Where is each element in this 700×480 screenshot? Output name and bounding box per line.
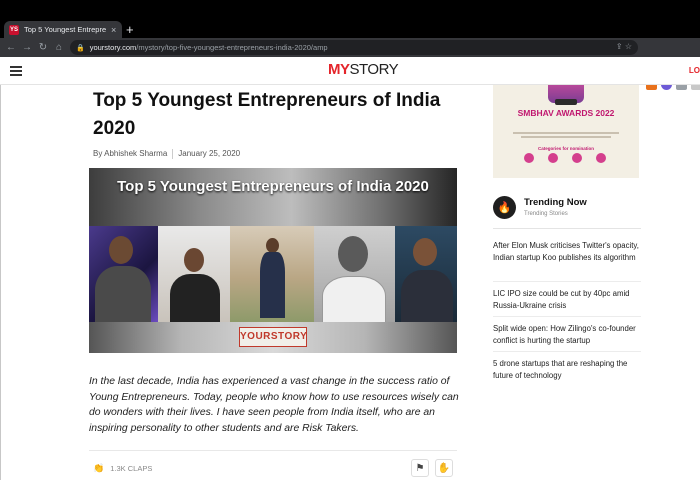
category-icon [596,153,606,163]
person-body [170,274,220,322]
home-icon[interactable]: ⌂ [51,42,67,53]
trending-item[interactable]: After Elon Musk criticises Twitter's opa… [493,240,643,264]
clap-button-icon[interactable]: ✋ [435,459,453,477]
byline-divider [172,149,174,159]
trending-item[interactable]: LIC IPO size could be cut by 40pc amid R… [493,288,643,312]
byline: By Abhishek Sharma January 25, 2020 [93,149,240,159]
clap-icon: 👏 [93,463,105,473]
close-tab-icon[interactable]: × [111,25,116,35]
ad-text-line [513,132,619,134]
lock-icon: 🔒 [76,44,85,52]
smbhav-awards-ad[interactable]: SMBHAV AWARDS 2022 Categories for nomina… [493,85,639,178]
trending-divider [493,316,641,317]
person-body [401,270,453,322]
logo-story: STORY [349,61,399,78]
ad-categories-label: Categories for nomination [537,146,594,151]
entrepreneur-photo-2 [158,226,230,322]
entrepreneur-photo-3 [230,226,314,322]
person-head [184,248,204,272]
claps-counter[interactable]: 👏 1.3K CLAPS [93,463,152,474]
hero-title: Top 5 Youngest Entrepreneurs of India 20… [117,178,429,195]
browser-tab[interactable]: YS Top 5 Youngest Entrepreneurs × [4,21,122,38]
reload-icon[interactable]: ↻ [35,42,51,53]
trending-subtitle: Trending Stories [524,211,568,217]
trending-divider [493,281,641,282]
claps-count: 1.3K CLAPS [110,464,153,473]
trending-item[interactable]: 5 drone startups that are reshaping the … [493,358,643,382]
site-header: MYSTORY LO [0,57,700,85]
url-path: /mystory/top-five-youngest-entrepreneurs… [136,43,328,52]
flame-icon: 🔥 [493,196,516,219]
logo-my: MY [328,61,350,78]
share-and-bookmark-icons[interactable]: ⇪ ☆ [616,42,632,51]
trending-item[interactable]: Split wide open: How Zilingo's co-founde… [493,323,643,347]
trophy-base [555,99,577,105]
person-head [338,236,368,272]
ad-text-line [521,136,611,138]
publish-date: January 25, 2020 [178,149,241,158]
left-border [0,85,1,480]
hero-image: Top 5 Youngest Entrepreneurs of India 20… [89,168,457,353]
category-icon [572,153,582,163]
back-icon[interactable]: ← [3,42,19,53]
entrepreneur-photo-5 [395,226,457,322]
browser-toolbar: ← → ↻ ⌂ 🔒 yourstory.com /mystory/top-fiv… [0,38,700,90]
mystory-logo[interactable]: MYSTORY [328,61,399,78]
article-title: Top 5 Youngest Entrepreneurs of India 20… [93,90,441,139]
category-icon [524,153,534,163]
tab-title: Top 5 Youngest Entrepreneurs [24,25,106,34]
person-body [260,252,285,318]
menu-hamburger-icon[interactable] [10,66,22,76]
login-link[interactable]: LO [689,66,700,75]
url-host: yourstory.com [89,43,137,52]
author[interactable]: By Abhishek Sharma [93,149,167,159]
article-lead: In the last decade, India has experience… [89,376,459,434]
person-head [266,238,279,253]
address-bar[interactable]: 🔒 yourstory.com /mystory/top-five-younge… [70,40,638,55]
forward-icon[interactable]: → [19,42,35,53]
article-actions: 👏 1.3K CLAPS ⚑ ✋ [89,450,457,480]
new-tab-button[interactable]: + [126,21,134,38]
person-body [322,276,386,322]
yourstory-stamp-logo: YOURSTORY [239,327,307,347]
bookmark-icon[interactable]: ⚑ [411,459,429,477]
ad-headline: SMBHAV AWARDS 2022 [517,108,615,118]
entrepreneur-photo-1 [89,226,158,322]
person-body [95,266,151,322]
person-head [413,238,437,266]
browser-tabbar: YS Top 5 Youngest Entrepreneurs × + [0,0,700,38]
trending-header: 🔥 Trending Now Trending Stories [493,195,641,229]
trending-divider [493,351,641,352]
person-head [109,236,133,264]
category-icon [548,153,558,163]
trending-title: Trending Now [524,197,587,208]
entrepreneur-photo-4 [314,226,395,322]
yourstory-favicon-icon: YS [9,24,19,35]
